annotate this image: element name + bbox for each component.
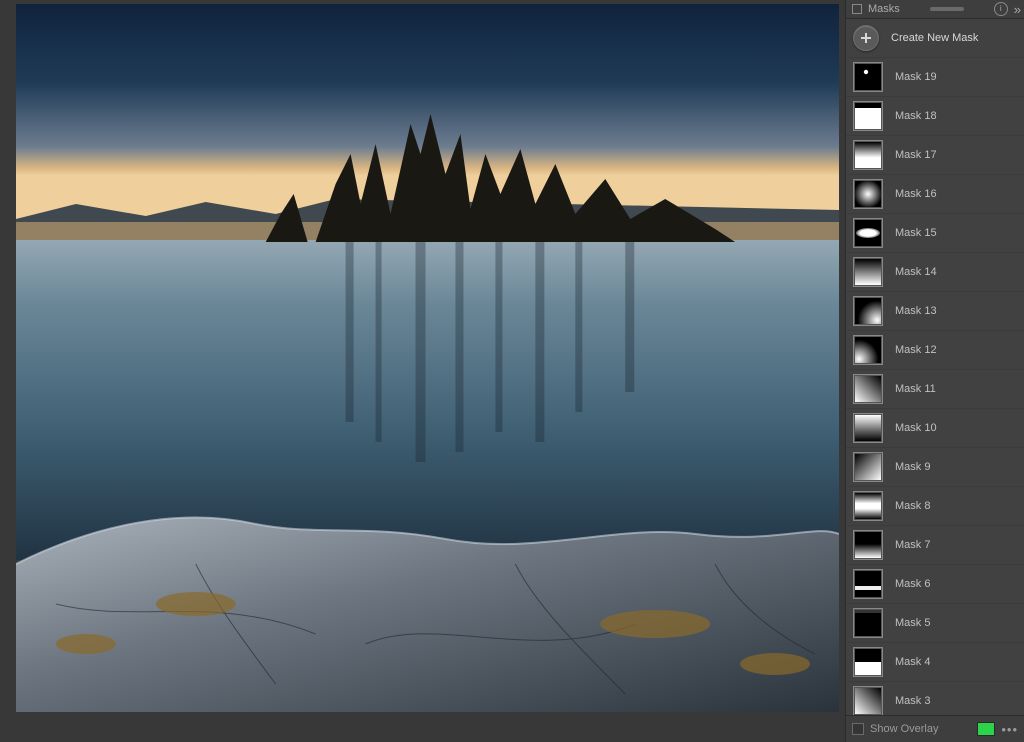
mask-item[interactable]: Mask 12 xyxy=(846,331,1024,370)
mask-label: Mask 7 xyxy=(895,539,930,551)
mask-thumbnail[interactable] xyxy=(853,413,883,443)
mask-label: Mask 15 xyxy=(895,227,937,239)
create-mask-label: Create New Mask xyxy=(891,32,978,44)
mask-label: Mask 16 xyxy=(895,188,937,200)
mask-item[interactable]: Mask 16 xyxy=(846,175,1024,214)
mask-thumbnail[interactable] xyxy=(853,101,883,131)
mask-thumbnail[interactable] xyxy=(853,335,883,365)
masks-panel: Masks i » Create New Mask Mask 19 Mask 18… xyxy=(845,0,1024,742)
mask-thumbnail[interactable] xyxy=(853,374,883,404)
mask-item[interactable]: Mask 7 xyxy=(846,526,1024,565)
panel-drag-handle[interactable] xyxy=(930,7,964,11)
mask-item[interactable]: Mask 14 xyxy=(846,253,1024,292)
masks-panel-title: Masks xyxy=(868,3,900,15)
mask-thumbnail[interactable] xyxy=(853,569,883,599)
mask-thumbnail[interactable] xyxy=(853,647,883,677)
mask-thumbnail[interactable] xyxy=(853,257,883,287)
app-root: Masks i » Create New Mask Mask 19 Mask 18… xyxy=(0,0,1024,742)
create-mask-button[interactable] xyxy=(853,25,879,51)
mask-label: Mask 6 xyxy=(895,578,930,590)
masks-panel-header: Masks i » xyxy=(846,0,1024,19)
expand-panel-icon[interactable]: » xyxy=(1014,2,1018,17)
mask-label: Mask 9 xyxy=(895,461,930,473)
mask-label: Mask 18 xyxy=(895,110,937,122)
image-viewer[interactable] xyxy=(0,0,845,742)
mask-label: Mask 10 xyxy=(895,422,937,434)
masks-panel-footer: Show Overlay ••• xyxy=(846,715,1024,742)
info-icon[interactable]: i xyxy=(994,2,1008,16)
mask-thumbnail[interactable] xyxy=(853,686,883,715)
mask-thumbnail[interactable] xyxy=(853,218,883,248)
photo-preview xyxy=(16,4,839,712)
mask-item[interactable]: Mask 3 xyxy=(846,682,1024,715)
mask-item[interactable]: Mask 19 xyxy=(846,58,1024,97)
mask-item[interactable]: Mask 5 xyxy=(846,604,1024,643)
mask-item[interactable]: Mask 13 xyxy=(846,292,1024,331)
mask-label: Mask 4 xyxy=(895,656,930,668)
mask-thumbnail[interactable] xyxy=(853,452,883,482)
mask-label: Mask 8 xyxy=(895,500,930,512)
mask-label: Mask 14 xyxy=(895,266,937,278)
mask-item[interactable]: Mask 17 xyxy=(846,136,1024,175)
overlay-options-icon[interactable]: ••• xyxy=(1001,722,1018,737)
plus-icon xyxy=(860,32,872,44)
create-mask-row[interactable]: Create New Mask xyxy=(846,19,1024,58)
mask-thumbnail[interactable] xyxy=(853,530,883,560)
mask-item[interactable]: Mask 4 xyxy=(846,643,1024,682)
mask-thumbnail[interactable] xyxy=(853,62,883,92)
mask-item[interactable]: Mask 18 xyxy=(846,97,1024,136)
show-overlay-checkbox[interactable] xyxy=(852,723,864,735)
mask-thumbnail[interactable] xyxy=(853,608,883,638)
mask-thumbnail[interactable] xyxy=(853,140,883,170)
mask-thumbnail[interactable] xyxy=(853,491,883,521)
show-overlay-label: Show Overlay xyxy=(870,723,977,735)
mask-label: Mask 12 xyxy=(895,344,937,356)
mask-item[interactable]: Mask 9 xyxy=(846,448,1024,487)
mask-item[interactable]: Mask 10 xyxy=(846,409,1024,448)
panel-dock-icon[interactable] xyxy=(852,4,862,14)
mask-item[interactable]: Mask 6 xyxy=(846,565,1024,604)
mask-label: Mask 5 xyxy=(895,617,930,629)
overlay-color-swatch[interactable] xyxy=(977,722,995,736)
mask-label: Mask 11 xyxy=(895,383,936,395)
image-canvas[interactable] xyxy=(16,4,839,712)
mask-label: Mask 17 xyxy=(895,149,937,161)
mask-item[interactable]: Mask 11 xyxy=(846,370,1024,409)
mask-thumbnail[interactable] xyxy=(853,296,883,326)
mask-label: Mask 3 xyxy=(895,695,930,707)
mask-item[interactable]: Mask 15 xyxy=(846,214,1024,253)
mask-thumbnail[interactable] xyxy=(853,179,883,209)
mask-label: Mask 19 xyxy=(895,71,937,83)
masks-list: Create New Mask Mask 19 Mask 18 Mask 17 Mas… xyxy=(846,19,1024,715)
mask-item[interactable]: Mask 8 xyxy=(846,487,1024,526)
mask-label: Mask 13 xyxy=(895,305,937,317)
